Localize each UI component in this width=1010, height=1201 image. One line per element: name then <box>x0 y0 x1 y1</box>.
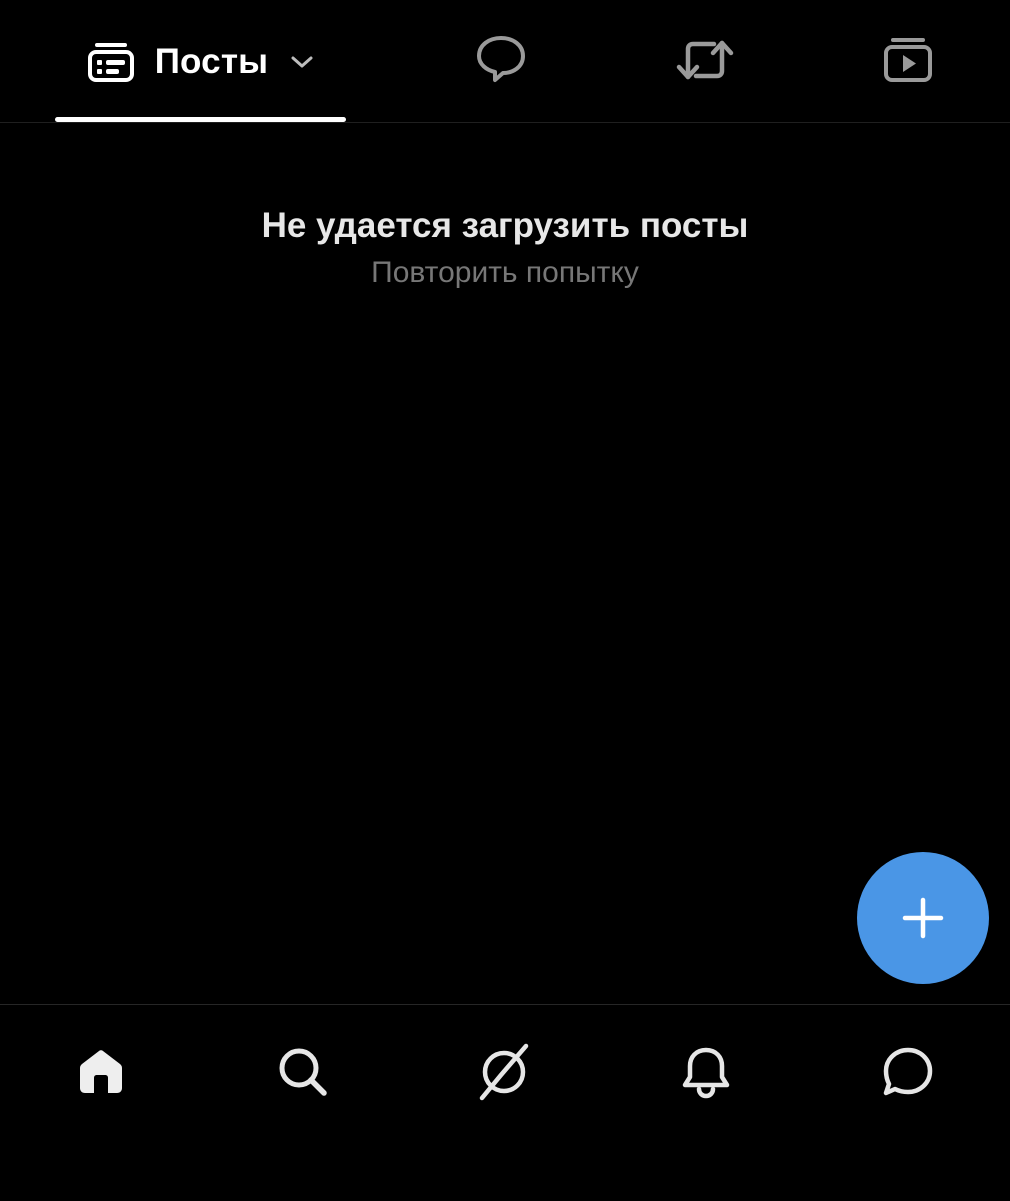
nav-search[interactable] <box>258 1027 348 1117</box>
compose-post-button[interactable] <box>857 852 989 984</box>
tab-replies[interactable] <box>451 0 551 122</box>
tab-posts[interactable]: Посты <box>55 0 346 122</box>
nav-home[interactable] <box>56 1027 146 1117</box>
tab-reposts[interactable] <box>655 0 755 122</box>
profile-tabs-bar: Посты <box>0 0 1010 123</box>
error-message-block: Не удается загрузить посты Повторить поп… <box>0 200 1010 294</box>
video-play-icon <box>883 36 933 84</box>
bottom-navigation-bar <box>0 1004 1010 1201</box>
tab-posts-label: Посты <box>154 42 269 81</box>
tab-videos[interactable] <box>858 0 958 122</box>
search-icon <box>277 1046 329 1098</box>
feeds-icon <box>474 1042 534 1102</box>
plus-icon <box>901 896 945 940</box>
chat-bubble-icon <box>881 1045 935 1099</box>
home-icon <box>75 1046 127 1098</box>
nav-feeds[interactable] <box>459 1027 549 1117</box>
speech-bubble-icon <box>475 34 527 86</box>
retry-link[interactable]: Повторить попытку <box>0 252 1010 294</box>
bell-icon <box>680 1045 732 1099</box>
chevron-down-icon[interactable] <box>290 54 314 70</box>
active-tab-indicator <box>55 117 346 122</box>
error-title: Не удается загрузить посты <box>261 206 749 245</box>
nav-notifications[interactable] <box>661 1027 751 1117</box>
nav-chat[interactable] <box>863 1027 953 1117</box>
posts-card-icon <box>87 42 135 82</box>
tab-posts-content: Посты <box>87 27 315 97</box>
repost-icon <box>676 37 734 83</box>
